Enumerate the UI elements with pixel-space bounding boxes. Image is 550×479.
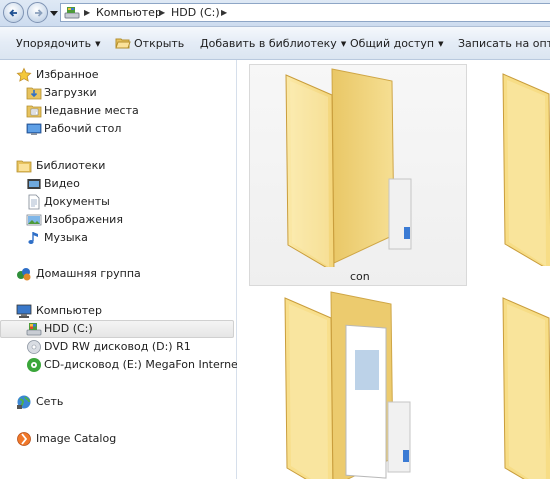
- nav-network[interactable]: Сеть: [0, 393, 236, 411]
- nav-homegroup[interactable]: Домашняя группа: [0, 265, 236, 283]
- nav-computer[interactable]: Компьютер: [0, 302, 236, 320]
- nav-item-label: Документы: [44, 195, 110, 208]
- burn-button[interactable]: Записать на оптиче: [458, 37, 550, 50]
- folder-tile-con[interactable]: con: [249, 64, 467, 286]
- forward-button[interactable]: [27, 2, 48, 23]
- nav-item-label: Музыка: [44, 231, 88, 244]
- back-button[interactable]: [3, 2, 24, 23]
- homegroup-icon: [17, 268, 31, 281]
- nav-network-label: Сеть: [36, 395, 64, 408]
- nav-item-recent-places[interactable]: Недавние места: [0, 102, 236, 120]
- pictures-icon: [26, 214, 42, 226]
- breadcrumb-separator-icon[interactable]: ▶: [221, 8, 227, 17]
- folder-with-documents-icon: [284, 291, 411, 479]
- nav-item-cd-e[interactable]: CD-дисковод (E:) MegaFon Internet: [0, 356, 242, 374]
- breadcrumb-hdd[interactable]: HDD (C:): [171, 6, 220, 19]
- downloads-folder-icon: [26, 87, 42, 100]
- nav-item-video[interactable]: Видео: [0, 175, 236, 193]
- libraries-icon: [16, 160, 32, 173]
- nav-item-desktop[interactable]: Рабочий стол: [0, 120, 236, 138]
- nav-item-label: HDD (C:): [44, 322, 93, 335]
- forward-arrow-icon: [35, 9, 43, 17]
- drive-icon: [64, 7, 80, 19]
- share-label: Общий доступ: [350, 37, 435, 50]
- folder-tile[interactable]: [495, 288, 550, 479]
- chevron-down-icon: ▼: [340, 40, 347, 48]
- folder-icon: [285, 68, 412, 267]
- folder-icon: [502, 297, 550, 479]
- add-to-library-button[interactable]: Добавить в библиотеку ▼: [200, 37, 346, 50]
- folder-tile[interactable]: [495, 64, 550, 286]
- recent-places-icon: [26, 105, 42, 118]
- breadcrumb-separator-icon[interactable]: ▶: [84, 8, 90, 17]
- nav-image-catalog[interactable]: Image Catalog: [0, 430, 236, 448]
- nav-item-label: Видео: [44, 177, 80, 190]
- video-icon: [27, 179, 41, 189]
- nav-libraries[interactable]: Библиотеки: [0, 157, 236, 175]
- organize-button[interactable]: Упорядочить ▼: [16, 37, 101, 50]
- folder-tile[interactable]: [249, 288, 467, 479]
- chevron-down-icon: ▼: [95, 40, 101, 48]
- dvd-drive-icon: [27, 340, 41, 354]
- recent-pages-dropdown-icon[interactable]: [50, 9, 58, 17]
- open-folder-icon: [115, 38, 131, 49]
- folder-name: con: [350, 270, 370, 283]
- nav-item-hdd-c[interactable]: HDD (C:): [0, 320, 234, 338]
- file-list: con: [237, 60, 550, 479]
- share-button[interactable]: Общий доступ ▼: [350, 37, 443, 50]
- nav-item-label: Рабочий стол: [44, 122, 122, 135]
- chevron-down-icon: ▼: [438, 40, 444, 48]
- nav-favorites[interactable]: Избранное: [0, 66, 236, 84]
- nav-image-catalog-label: Image Catalog: [36, 432, 117, 445]
- nav-computer-label: Компьютер: [36, 304, 102, 317]
- address-bar: ▶ Компьютер ▶ HDD (C:) ▶: [0, 0, 550, 27]
- music-note-icon: [28, 232, 38, 244]
- folder-icon: [502, 73, 550, 266]
- organize-label: Упорядочить: [16, 37, 92, 50]
- open-button[interactable]: Открыть: [134, 37, 184, 50]
- command-bar: Упорядочить ▼ Открыть Добавить в библиоте…: [0, 27, 550, 60]
- address-field[interactable]: ▶ Компьютер ▶ HDD (C:) ▶: [60, 3, 550, 22]
- nav-item-music[interactable]: Музыка: [0, 229, 236, 247]
- nav-libraries-label: Библиотеки: [36, 159, 106, 172]
- megafon-cd-icon: [27, 358, 41, 372]
- breadcrumb-separator-icon[interactable]: ▶: [159, 8, 165, 17]
- desktop-icon: [26, 123, 42, 135]
- nav-item-label: Загрузки: [44, 86, 97, 99]
- nav-item-label: DVD RW дисковод (D:) R1: [44, 340, 191, 353]
- star-icon: [16, 67, 32, 82]
- nav-item-label: Недавние места: [44, 104, 139, 117]
- nav-item-label: CD-дисковод (E:) MegaFon Internet: [44, 358, 243, 371]
- nav-item-documents[interactable]: Документы: [0, 193, 236, 211]
- hdd-drive-icon: [26, 323, 42, 336]
- nav-item-pictures[interactable]: Изображения: [0, 211, 236, 229]
- documents-icon: [28, 194, 40, 210]
- breadcrumb-computer[interactable]: Компьютер: [96, 6, 162, 19]
- network-globe-icon: [17, 395, 31, 409]
- nav-item-label: Изображения: [44, 213, 123, 226]
- back-arrow-icon: [9, 9, 17, 17]
- add-to-library-label: Добавить в библиотеку: [200, 37, 337, 50]
- nav-item-dvd-d[interactable]: DVD RW дисковод (D:) R1: [0, 338, 236, 356]
- computer-icon: [16, 304, 32, 318]
- nav-favorites-label: Избранное: [36, 68, 99, 81]
- nav-item-downloads[interactable]: Загрузки: [0, 84, 236, 102]
- image-catalog-icon: [17, 432, 31, 446]
- navigation-pane: Избранное Загрузки Недавние места Рабочи…: [0, 60, 242, 479]
- nav-homegroup-label: Домашняя группа: [36, 267, 141, 280]
